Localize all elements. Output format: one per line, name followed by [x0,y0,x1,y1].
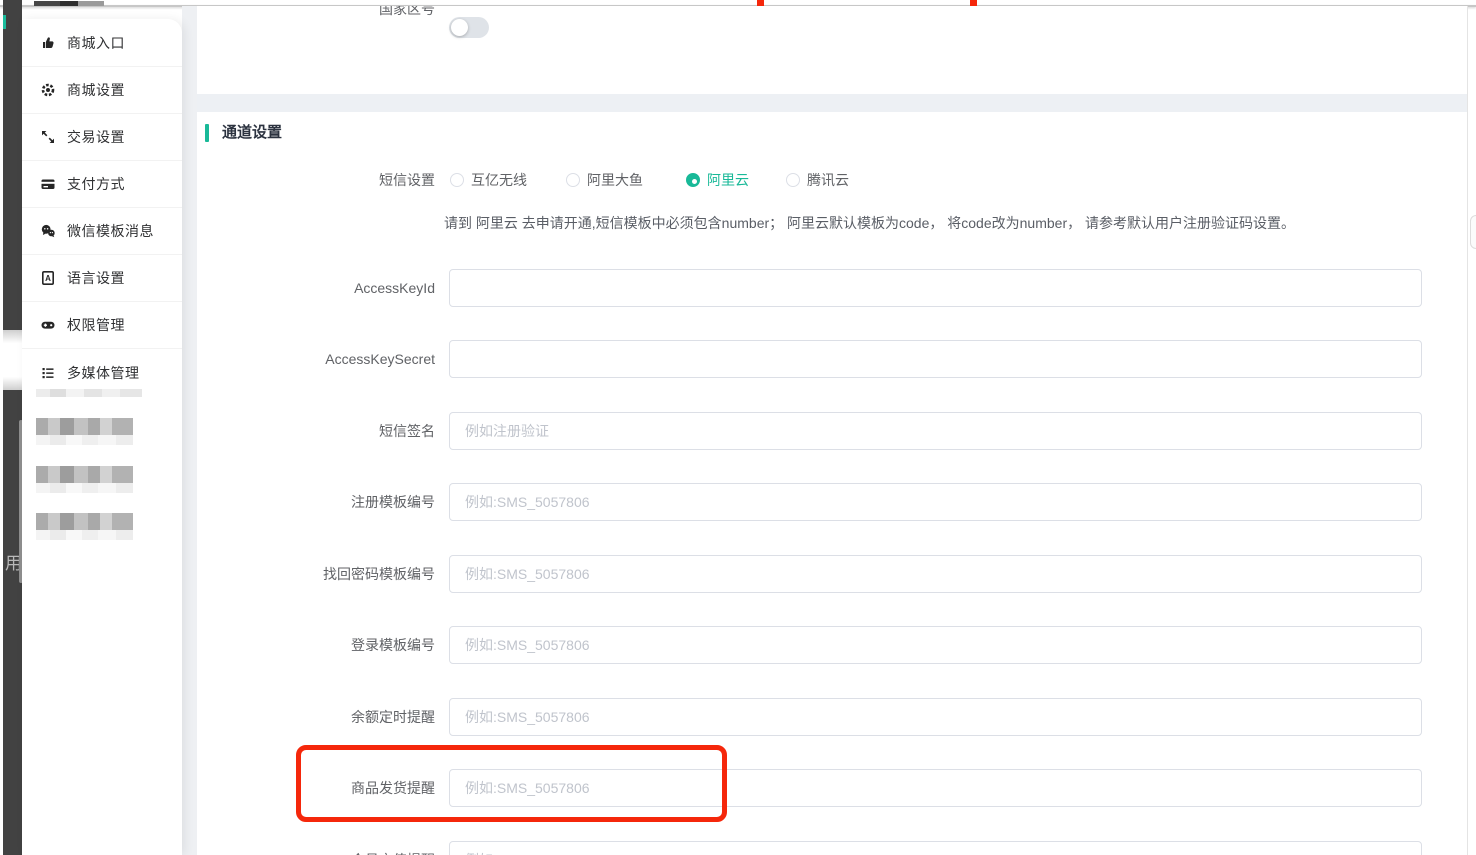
sidebar-item-masked-2[interactable] [36,466,133,493]
field-label: 短信签名 [197,412,435,450]
sms-settings-label: 短信设置 [197,170,435,190]
recharge-reminder-input[interactable] [449,841,1422,855]
radio-option-label: 阿里云 [707,170,749,190]
form-row-recharge-reminder: 会员充值提醒 [197,841,1422,855]
edge-floating-widget[interactable] [1470,215,1476,249]
sidebar-item-permission-management[interactable]: 权限管理 [22,302,182,349]
masked-text-block [36,513,133,530]
field-label: 会员充值提醒 [197,841,435,855]
field-label: 注册模板编号 [197,483,435,521]
field-label: AccessKeySecret [197,340,435,378]
svg-text:A: A [45,274,51,283]
trade-arrows-icon [39,129,57,145]
country-code-label: 国家区号 [197,6,435,19]
radio-option-aliyun[interactable]: 阿里云 [686,170,749,190]
settings-content-panel: 国家区号 通道设置 短信设置 互亿无线 阿里大鱼 阿里云 腾讯云 请到 阿里云 … [197,6,1468,855]
sidebar-item-payment-methods[interactable]: 支付方式 [22,161,182,208]
form-row-password-template: 找回密码模板编号 [197,555,1422,593]
masked-text-block [36,530,133,540]
form-row-shipping-reminder: 商品发货提醒 [197,769,1422,807]
sidebar-item-mall-settings[interactable]: 商城设置 [22,67,182,114]
content-right-border [1467,6,1468,855]
field-label: 找回密码模板编号 [197,555,435,593]
rail-accent-notch [3,15,6,29]
hand-pointer-icon [39,35,57,51]
form-row-login-template: 登录模板编号 [197,626,1422,664]
sidebar-menu: 商城入口 商城设置 交易设置 支付方式 微信模板消息 [22,19,182,396]
rail-active-window [3,330,22,390]
language-icon: A [39,270,57,286]
form-row-accesskeysecret: AccessKeySecret [197,340,1422,378]
sms-signature-input[interactable] [449,412,1422,450]
sidebar-gutter [182,6,197,855]
sidebar-item-wechat-template[interactable]: 微信模板消息 [22,208,182,255]
toggle-knob [451,19,468,36]
section-divider-band [197,94,1468,112]
sidebar-item-label: 交易设置 [67,127,125,147]
sidebar-item-label: 微信模板消息 [67,221,154,241]
radio-option-label: 阿里大鱼 [587,170,643,190]
country-code-toggle[interactable] [449,17,489,38]
field-label: 登录模板编号 [197,626,435,664]
masked-text-block [36,466,133,483]
masked-text-block [36,418,133,435]
form-row-accesskeyid: AccessKeyId [197,269,1422,307]
settings-sidebar: 商城入口 商城设置 交易设置 支付方式 微信模板消息 [22,19,182,855]
sidebar-item-label: 支付方式 [67,174,125,194]
clipped-page-title-fragment [34,1,104,6]
sidebar-item-mall-entry[interactable]: 商城入口 [22,20,182,67]
form-row-sms-signature: 短信签名 [197,412,1422,450]
radio-option-huyi[interactable]: 互亿无线 [450,170,527,190]
masked-subitem-bar [36,389,142,397]
radio-selected-icon [686,173,700,187]
radio-circle-icon [786,173,800,187]
radio-circle-icon [450,173,464,187]
radio-option-tencent[interactable]: 腾讯云 [786,170,849,190]
radio-option-alidayu[interactable]: 阿里大鱼 [566,170,643,190]
sms-provider-radio-group: 短信设置 互亿无线 阿里大鱼 阿里云 腾讯云 [197,170,1468,190]
sidebar-item-label: 权限管理 [67,315,125,335]
radio-circle-icon [566,173,580,187]
section-accent-bar [205,124,209,142]
gear-icon [39,82,57,98]
accesskeysecret-input[interactable] [449,340,1422,378]
sidebar-item-masked-3[interactable] [36,513,133,540]
field-label: 余额定时提醒 [197,698,435,736]
radio-option-label: 腾讯云 [807,170,849,190]
sidebar-item-masked-1[interactable] [36,418,133,445]
balance-reminder-input[interactable] [449,698,1422,736]
accesskeyid-input[interactable] [449,269,1422,307]
wechat-icon [39,223,57,239]
shipping-reminder-input[interactable] [449,769,1422,807]
list-icon [39,365,57,381]
sidebar-item-label: 商城设置 [67,80,125,100]
sidebar-item-label: 多媒体管理 [67,363,140,383]
register-template-input[interactable] [449,483,1422,521]
login-template-input[interactable] [449,626,1422,664]
field-label: AccessKeyId [197,269,435,307]
masked-text-block [36,483,133,493]
masked-text-block [36,435,133,445]
credit-card-icon [39,176,57,192]
radio-option-label: 互亿无线 [471,170,527,190]
gamepad-icon [39,317,57,333]
sms-helper-text: 请到 阿里云 去申请开通,短信模板中必须包含number； 阿里云默认模板为co… [444,214,1295,232]
sidebar-item-label: 语言设置 [67,268,125,288]
sidebar-item-trade-settings[interactable]: 交易设置 [22,114,182,161]
form-row-balance-reminder: 余额定时提醒 [197,698,1422,736]
sidebar-item-label: 商城入口 [67,33,125,53]
sidebar-item-language-settings[interactable]: A 语言设置 [22,255,182,302]
password-template-input[interactable] [449,555,1422,593]
field-label: 商品发货提醒 [197,769,435,807]
section-title: 通道设置 [222,122,282,144]
form-row-register-template: 注册模板编号 [197,483,1422,521]
